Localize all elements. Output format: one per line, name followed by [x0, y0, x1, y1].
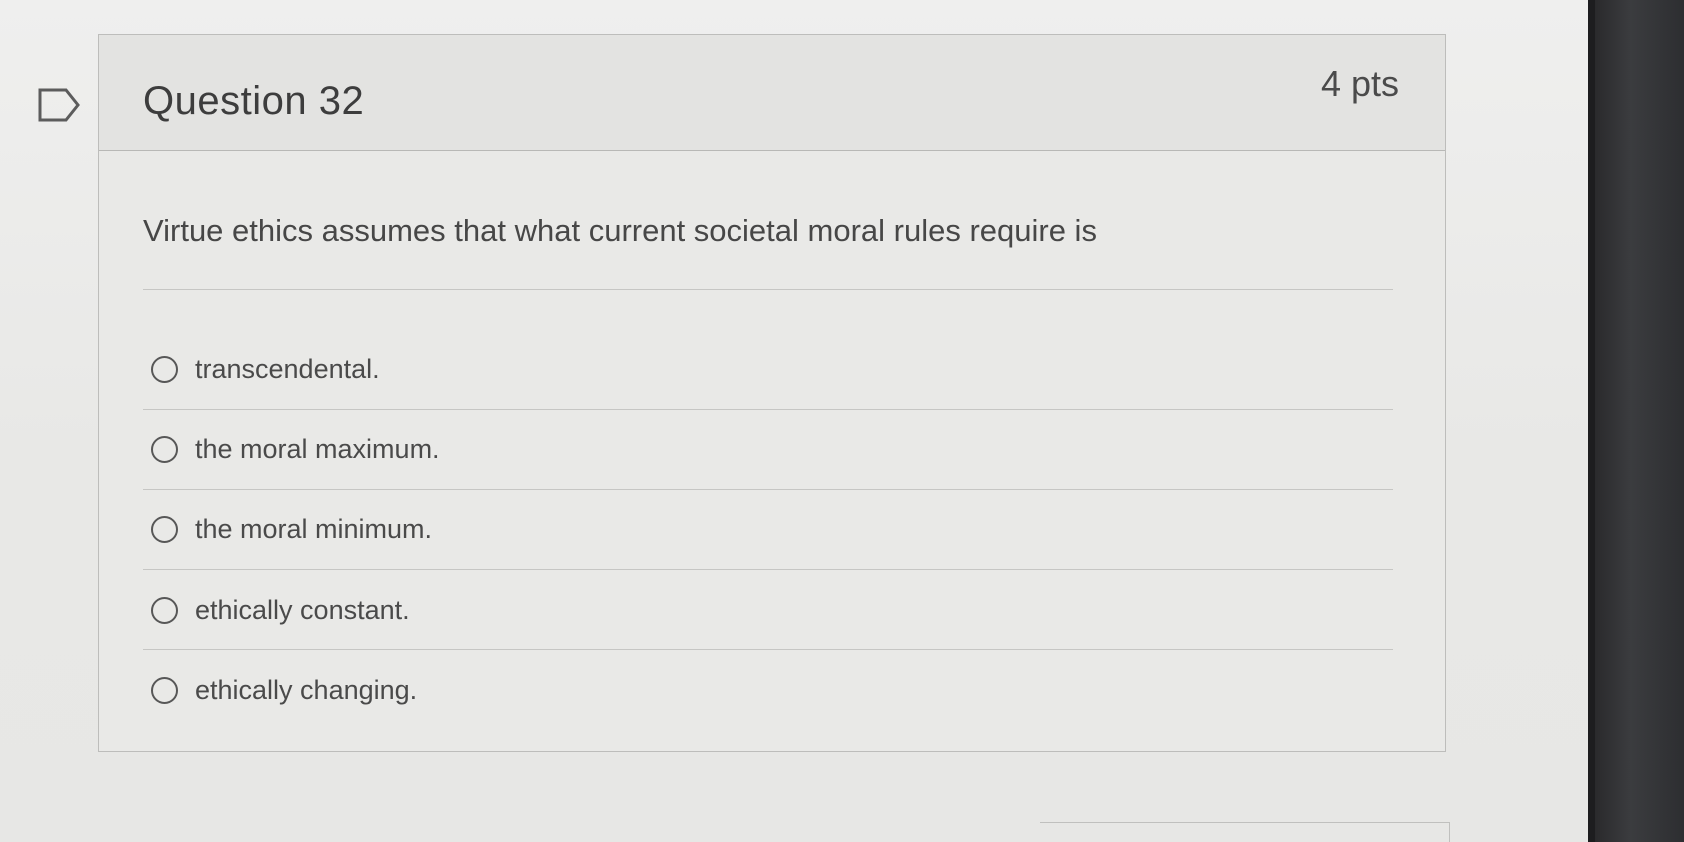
question-text: Virtue ethics assumes that what current …: [143, 213, 1097, 248]
answer-divider: [143, 569, 1393, 570]
question-title: Question 32: [143, 79, 365, 123]
answer-option[interactable]: the moral minimum.: [151, 509, 432, 549]
answer-label: the moral maximum.: [195, 433, 440, 464]
question-points: 4 pts: [1320, 63, 1399, 104]
answer-option[interactable]: ethically constant.: [151, 590, 410, 630]
answer-divider: [143, 289, 1393, 290]
answer-divider: [143, 409, 1393, 410]
next-question-card-edge: [1040, 822, 1450, 842]
answer-label: ethically changing.: [195, 674, 418, 705]
device-frame: [1595, 0, 1684, 842]
answer-divider: [143, 649, 1393, 650]
radio-button[interactable]: [151, 435, 178, 463]
answer-option[interactable]: the moral maximum.: [151, 429, 440, 469]
answer-label: ethically constant.: [195, 594, 410, 625]
answer-divider: [143, 489, 1393, 490]
radio-button[interactable]: [151, 515, 178, 543]
answer-label: the moral minimum.: [195, 513, 433, 544]
radio-button[interactable]: [151, 355, 178, 383]
flag-outline-icon[interactable]: [38, 88, 80, 122]
question-header: Question 32 4 pts: [99, 35, 1445, 151]
answer-label: transcendental.: [195, 353, 380, 384]
answer-option[interactable]: transcendental.: [151, 349, 380, 389]
radio-button[interactable]: [151, 596, 178, 624]
answer-option[interactable]: ethically changing.: [151, 670, 417, 710]
question-card: Question 32 4 pts Virtue ethics assumes …: [98, 34, 1446, 752]
radio-button[interactable]: [151, 676, 178, 704]
